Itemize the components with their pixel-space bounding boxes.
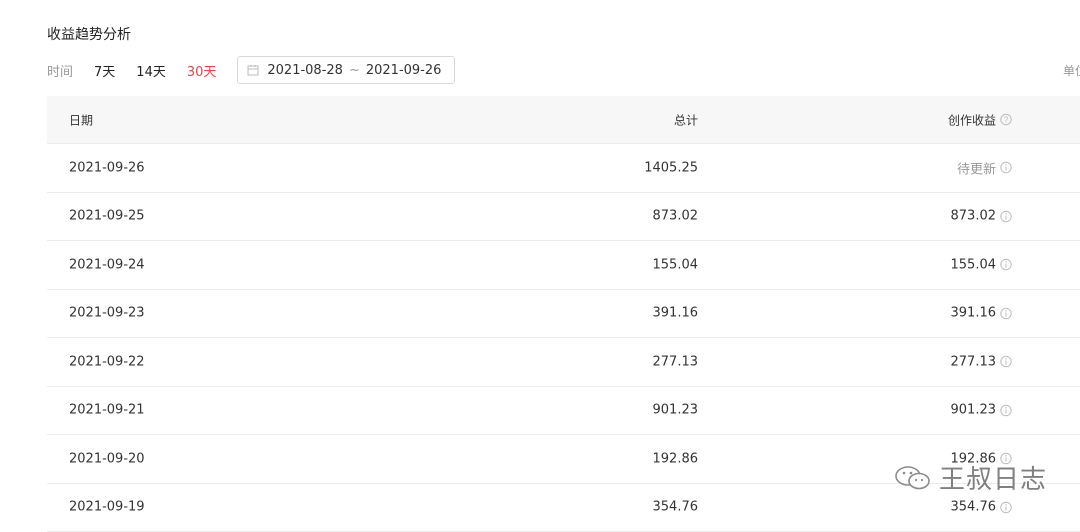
header-income-label: 创作收益 — [948, 111, 996, 128]
cell-date: 2021-09-19 — [69, 500, 145, 515]
header-income: 创作收益 ? — [948, 111, 1012, 128]
table-row: 2021-09-25 873.02 873.02 — [47, 193, 1080, 242]
range-30-days[interactable]: 30天 — [187, 61, 217, 80]
table-row: 2021-09-22 277.13 277.13 — [47, 338, 1080, 387]
cell-income: 873.02 — [951, 209, 1013, 224]
info-icon[interactable] — [1000, 210, 1012, 222]
date-range-picker[interactable]: 2021-08-28 ~ 2021-09-26 — [237, 56, 455, 84]
cell-total: 873.02 — [653, 209, 699, 224]
header-total: 总计 — [674, 111, 698, 128]
cell-date: 2021-09-20 — [69, 451, 145, 466]
date-separator: ~ — [349, 63, 360, 78]
cell-income-value: 155.04 — [951, 257, 997, 272]
table-row: 2021-09-26 1405.25 待更新 — [47, 144, 1080, 193]
cell-total: 277.13 — [653, 354, 699, 369]
info-icon[interactable] — [1000, 259, 1012, 271]
cell-total: 1405.25 — [644, 160, 698, 175]
cell-income-value: 待更新 — [957, 158, 996, 177]
info-icon[interactable] — [1000, 307, 1012, 319]
table-row: 2021-09-21 901.23 901.23 — [47, 387, 1080, 436]
cell-total: 155.04 — [653, 257, 699, 272]
cell-date: 2021-09-24 — [69, 257, 145, 272]
info-icon[interactable] — [1000, 162, 1012, 174]
cell-income: 277.13 — [951, 354, 1013, 369]
cell-income-value: 354.76 — [951, 500, 997, 515]
cell-date: 2021-09-23 — [69, 306, 145, 321]
cell-date: 2021-09-22 — [69, 354, 145, 369]
range-7-days[interactable]: 7天 — [94, 61, 115, 80]
cell-income-value: 277.13 — [951, 354, 997, 369]
header-date: 日期 — [69, 111, 93, 128]
cell-income-value: 873.02 — [951, 209, 997, 224]
cell-income: 待更新 — [957, 158, 1012, 177]
wechat-icon — [893, 463, 933, 493]
range-14-days[interactable]: 14天 — [136, 61, 166, 80]
time-label: 时间 — [47, 61, 73, 80]
cell-income: 391.16 — [951, 306, 1013, 321]
cell-date: 2021-09-25 — [69, 209, 145, 224]
calendar-icon — [247, 64, 259, 76]
table-header: 日期 总计 创作收益 ? — [47, 96, 1080, 144]
svg-text:?: ? — [1004, 116, 1009, 125]
time-filter: 时间 7天 14天 30天 2021-08-28 ~ 2021-09-26 — [47, 56, 455, 84]
date-start: 2021-08-28 — [267, 63, 343, 78]
cell-date: 2021-09-21 — [69, 403, 145, 418]
cell-income: 354.76 — [951, 500, 1013, 515]
info-icon[interactable] — [1000, 404, 1012, 416]
cell-total: 391.16 — [653, 306, 699, 321]
info-icon[interactable] — [1000, 356, 1012, 368]
watermark-text: 王叔日志 — [939, 459, 1047, 496]
info-icon[interactable] — [1000, 501, 1012, 513]
cell-income: 155.04 — [951, 257, 1013, 272]
table-row: 2021-09-23 391.16 391.16 — [47, 290, 1080, 339]
page-title: 收益趋势分析 — [47, 24, 131, 44]
cell-income-value: 391.16 — [951, 306, 997, 321]
cell-total: 901.23 — [653, 403, 699, 418]
cell-total: 354.76 — [653, 500, 699, 515]
watermark: 王叔日志 — [893, 459, 1047, 496]
cell-income: 901.23 — [951, 403, 1013, 418]
help-icon[interactable]: ? — [1000, 114, 1012, 126]
date-end: 2021-09-26 — [366, 63, 442, 78]
cell-income-value: 901.23 — [951, 403, 997, 418]
table-row: 2021-09-24 155.04 155.04 — [47, 241, 1080, 290]
unit-label: 单位 — [1063, 62, 1080, 79]
cell-date: 2021-09-26 — [69, 160, 145, 175]
cell-total: 192.86 — [653, 451, 699, 466]
